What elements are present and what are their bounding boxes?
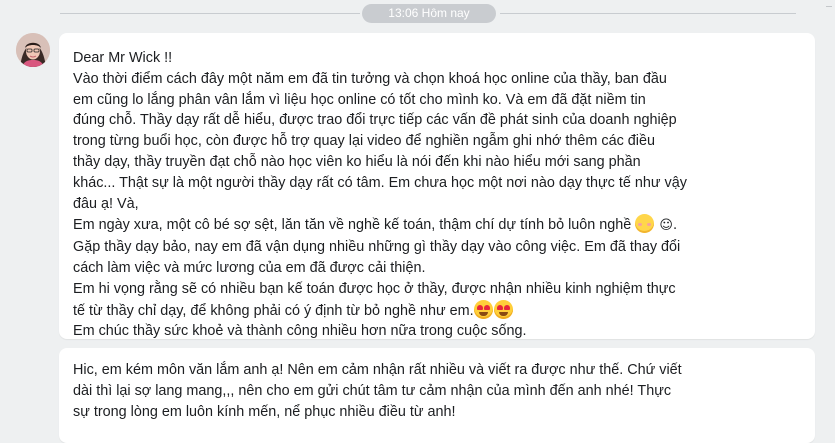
message-line: Em hi vọng rằng sẽ có nhiều bạn kế toán … xyxy=(73,280,676,297)
message-line: trong từng buổi học, còn được hỗ trợ qua… xyxy=(73,133,655,150)
scrollbar-thumb[interactable] xyxy=(826,6,832,7)
chat-scrollbar[interactable] xyxy=(823,0,835,433)
message-line: Dear Mr Wick !! xyxy=(73,50,173,66)
message-line: khác... Thật sự là một người thầy dạy rấ… xyxy=(73,174,687,191)
message-line: đúng chỗ. Thầy dạy rất dễ hiểu, được tra… xyxy=(73,112,677,129)
message-line: Hic, em kém môn văn lắm anh ạ! Nên em cả… xyxy=(73,362,682,378)
message-line: đâu ạ! Và, xyxy=(73,195,139,212)
message-bubble[interactable]: Hic, em kém môn văn lắm anh ạ! Nên em cả… xyxy=(59,348,815,443)
timestamp-divider: 13:06 Hôm nay xyxy=(0,4,835,24)
heart-eyes-emoji-icon xyxy=(473,299,493,319)
heart-eyes-emoji-icon xyxy=(493,299,513,319)
message-line: Gặp thầy dạy bảo, nay em đã vận dụng nhi… xyxy=(73,239,681,256)
sender-avatar[interactable] xyxy=(16,33,50,67)
message-line: sự trong lòng em luôn kính mến, nể phục … xyxy=(73,403,456,420)
message-line: dài thì lại sợ lang mang,,, nên cho em g… xyxy=(73,382,672,399)
message-bubble[interactable]: Dear Mr Wick !! Vào thời điểm cách đây m… xyxy=(59,33,815,339)
small-smile-text: ☺. xyxy=(655,218,678,234)
divider-line-right xyxy=(500,13,796,14)
message-line: em cũng lo lắng phân vân lắm vì liệu học… xyxy=(73,91,646,108)
message-line: cách làm việc và mức lương của em đã đượ… xyxy=(73,259,426,276)
message-line: Vào thời điểm cách đây một năm em đã tin… xyxy=(73,70,667,87)
message-line: thầy dạy, thầy truyền đạt chỗ nào học vi… xyxy=(73,153,641,170)
message-line-text: Em ngày xưa, một cô bé sợ sệt, lăn tăn v… xyxy=(73,217,632,234)
message-line-with-emoji: Em ngày xưa, một cô bé sợ sệt, lăn tăn v… xyxy=(73,214,795,237)
message-line-with-emoji: tế từ thầy chỉ dạy, để không phải có ý đ… xyxy=(73,299,795,322)
blush-smile-emoji-icon xyxy=(635,214,655,234)
message-line: Em chúc thầy sức khoẻ và thành công nhiề… xyxy=(73,323,527,340)
timestamp-pill: 13:06 Hôm nay xyxy=(362,4,496,23)
divider-line-left xyxy=(60,13,360,14)
message-line-text: tế từ thầy chỉ dạy, để không phải có ý đ… xyxy=(73,302,474,319)
